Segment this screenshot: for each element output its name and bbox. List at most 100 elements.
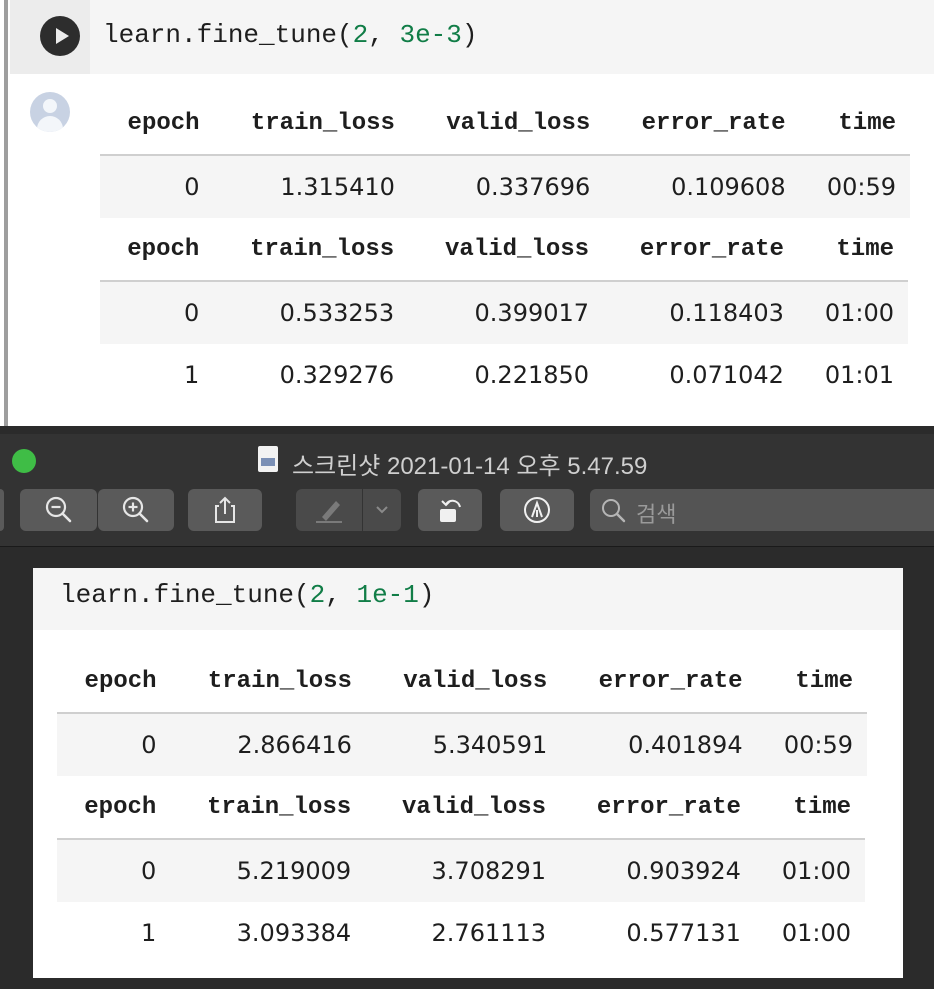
header-epoch: epoch	[100, 92, 214, 156]
cell-error-rate: 0.577131	[626, 919, 741, 947]
cell-train-loss: 0.329276	[279, 361, 395, 389]
search-field[interactable]: 검색	[590, 489, 934, 531]
header-time: time	[756, 650, 867, 714]
code-line[interactable]: learn.fine_tune(2, 3e-3)	[103, 20, 478, 50]
cell-epoch: 1	[184, 361, 200, 389]
code-function: learn.fine_tune(	[103, 20, 353, 50]
toolbar: 검색	[0, 484, 934, 546]
header-train-loss: train_loss	[213, 92, 409, 156]
table-row: 0 5.219009 3.708291 0.903924 01:00	[57, 839, 865, 902]
zoom-out-button[interactable]	[20, 489, 97, 531]
cell-time: 00:59	[756, 713, 867, 776]
screenshot-image: learn.fine_tune(2, 1e-1) epoch train_los…	[33, 568, 903, 978]
zoom-out-icon	[20, 489, 97, 531]
cell-valid-loss: 2.761113	[431, 919, 547, 947]
cell-error-rate: 0.109608	[604, 155, 800, 218]
cell-epoch: 0	[57, 839, 171, 902]
table-row: 1 0.329276 0.221850 0.071042 01:01	[100, 344, 908, 406]
header-train-loss: train_loss	[170, 650, 366, 714]
image-file-icon	[258, 446, 278, 472]
cell-epoch: 0	[100, 281, 214, 344]
run-cell-button[interactable]	[40, 16, 80, 56]
annotate-button[interactable]	[500, 489, 574, 531]
header-valid-loss: valid_loss	[408, 92, 605, 156]
table-row: 1 3.093384 2.761113 0.577131 01:00	[57, 902, 865, 964]
cell-error-rate: 0.903924	[560, 839, 755, 902]
code-paren: )	[461, 20, 478, 50]
cell-time: 01:01	[824, 361, 894, 389]
share-button[interactable]	[188, 489, 262, 531]
header-train-loss: train_loss	[170, 776, 366, 840]
zoom-in-button[interactable]	[98, 489, 174, 531]
output-avatar-icon	[30, 92, 70, 132]
cell-train-loss: 3.093384	[236, 919, 352, 947]
cell-error-rate: 0.401894	[561, 713, 757, 776]
zoom-window-button[interactable]	[12, 449, 36, 473]
table-row: 0 0.533253 0.399017 0.118403 01:00	[100, 281, 908, 344]
markup-pen-icon	[296, 489, 362, 531]
cell-gutter	[10, 0, 90, 74]
search-icon	[600, 497, 628, 530]
markup-pen-button[interactable]	[296, 489, 362, 531]
header-error-rate: error_rate	[603, 218, 798, 282]
results-table-3: epoch train_loss valid_loss error_rate t…	[57, 650, 867, 776]
cell-time: 00:59	[799, 155, 910, 218]
code-separator: ,	[368, 20, 400, 50]
cell-error-rate: 0.071042	[669, 361, 784, 389]
markup-dropdown-button[interactable]	[363, 489, 401, 531]
table-row: 0 1.315410 0.337696 0.109608 00:59	[100, 155, 910, 218]
cell-selection-bar	[4, 0, 8, 426]
toolbar-button-partial[interactable]	[0, 489, 4, 531]
header-time: time	[754, 776, 865, 840]
header-valid-loss: valid_loss	[365, 650, 562, 714]
rotate-button[interactable]	[418, 489, 482, 531]
header-epoch: epoch	[57, 776, 171, 840]
code-number-lr: 1e-1	[356, 580, 419, 610]
share-icon	[188, 489, 262, 531]
header-epoch: epoch	[100, 218, 214, 282]
cell-epoch: 1	[141, 919, 157, 947]
cell-time: 01:00	[781, 919, 851, 947]
window-titlebar[interactable]: 스크린샷 2021-01-14 오후 5.47.59	[0, 434, 934, 484]
header-time: time	[797, 218, 908, 282]
cell-valid-loss: 3.708291	[365, 839, 561, 902]
window-title: 스크린샷 2021-01-14 오후 5.47.59	[292, 453, 648, 480]
table-row: 0 2.866416 5.340591 0.401894 00:59	[57, 713, 867, 776]
cell-error-rate: 0.118403	[603, 281, 798, 344]
header-valid-loss: valid_loss	[408, 218, 604, 282]
code-number-epochs: 2	[309, 580, 326, 610]
code-paren: )	[418, 580, 435, 610]
cell-epoch: 0	[100, 155, 214, 218]
code-function: learn.fine_tune(	[60, 580, 310, 610]
cell-train-loss: 5.219009	[170, 839, 366, 902]
rotate-icon	[418, 489, 482, 531]
header-valid-loss: valid_loss	[365, 776, 561, 840]
cell-train-loss: 0.533253	[213, 281, 409, 344]
zoom-in-icon	[98, 489, 174, 531]
cell-epoch: 0	[57, 713, 171, 776]
cell-time: 01:00	[797, 281, 908, 344]
code-number-epochs: 2	[352, 20, 369, 50]
cell-valid-loss: 5.340591	[365, 713, 562, 776]
cell-valid-loss: 0.337696	[408, 155, 605, 218]
results-table-1: epoch train_loss valid_loss error_rate t…	[100, 92, 910, 218]
header-train-loss: train_loss	[213, 218, 409, 282]
preview-window: 스크린샷 2021-01-14 오후 5.47.59 검색 learn.fine…	[0, 434, 934, 989]
cell-valid-loss: 0.221850	[474, 361, 590, 389]
image-viewport[interactable]: learn.fine_tune(2, 1e-1) epoch train_los…	[0, 546, 934, 989]
code-separator: ,	[325, 580, 357, 610]
code-input-area[interactable]: learn.fine_tune(2, 3e-3)	[90, 0, 934, 74]
cell-valid-loss: 0.399017	[408, 281, 604, 344]
cell-time: 01:00	[754, 839, 865, 902]
header-error-rate: error_rate	[604, 92, 800, 156]
annotate-icon	[500, 489, 574, 531]
search-placeholder: 검색	[636, 502, 677, 527]
header-error-rate: error_rate	[561, 650, 757, 714]
header-time: time	[799, 92, 910, 156]
chevron-down-icon	[363, 489, 401, 531]
header-error-rate: error_rate	[560, 776, 755, 840]
header-epoch: epoch	[57, 650, 171, 714]
code-input-area: learn.fine_tune(2, 1e-1)	[33, 568, 903, 630]
results-table-2: epoch train_loss valid_loss error_rate t…	[100, 218, 908, 406]
code-number-lr: 3e-3	[399, 20, 462, 50]
